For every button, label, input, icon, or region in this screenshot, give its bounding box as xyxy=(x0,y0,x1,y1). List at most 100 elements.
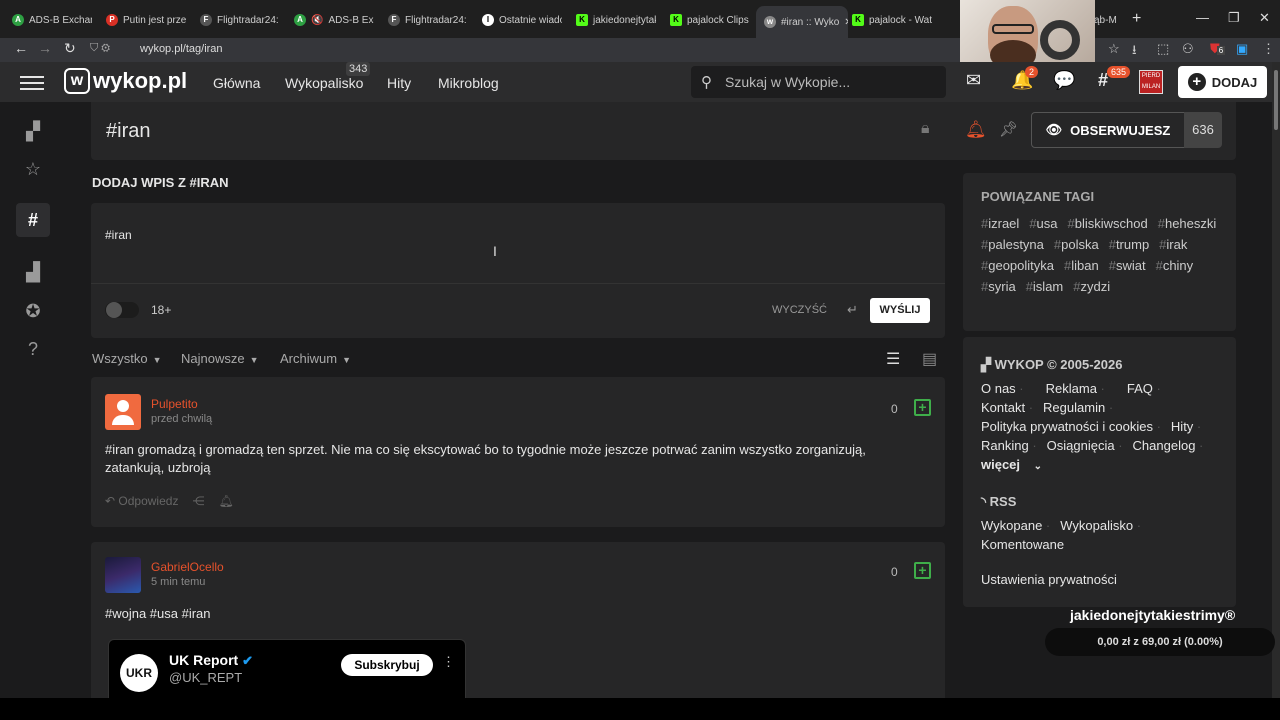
related-tag[interactable]: #liban xyxy=(1064,258,1099,273)
avatar[interactable] xyxy=(105,394,141,430)
bookmark-star-icon[interactable]: ☆ xyxy=(1108,41,1120,57)
footer-link[interactable]: O nas xyxy=(981,381,1024,396)
upvote-plus-icon[interactable]: + xyxy=(914,562,931,579)
scrollbar-thumb[interactable] xyxy=(1274,70,1278,130)
share-icon[interactable]: ⋲ xyxy=(192,494,204,508)
forward-icon[interactable]: → xyxy=(38,40,52,56)
footer-link[interactable]: Osiągnięcia xyxy=(1047,438,1123,453)
site-info-icon[interactable]: ⛉ ⚙ xyxy=(90,42,110,55)
tag-bell-icon[interactable]: 🔔︎ xyxy=(965,120,987,140)
minimize-icon[interactable]: — xyxy=(1196,10,1209,25)
post-author[interactable]: GabrielOcello xyxy=(151,560,224,574)
rss-link[interactable]: Komentowane xyxy=(981,537,1064,552)
browser-tab[interactable]: A 🔇 ADS-B Exc xyxy=(294,8,374,32)
related-tag[interactable]: #heheszki xyxy=(1158,216,1217,231)
related-tag[interactable]: #islam xyxy=(1026,279,1064,294)
list-view-icon[interactable]: ☰ xyxy=(886,349,900,369)
add-button[interactable]: + DODAJ xyxy=(1178,66,1267,98)
browser-tab[interactable]: P Putin jest przek xyxy=(106,8,186,32)
observe-thread-icon[interactable]: 🔔︎ xyxy=(218,494,233,508)
nav-glowna[interactable]: Główna xyxy=(213,75,260,91)
related-tag[interactable]: #swiat xyxy=(1109,258,1146,273)
menu-icon[interactable]: ⋮ xyxy=(1262,41,1275,57)
nav-hity[interactable]: Hity xyxy=(387,75,411,91)
sidebar-ranking-icon[interactable]: ▟ xyxy=(16,255,50,289)
window-close-icon[interactable]: ✕ xyxy=(1259,10,1270,26)
maximize-icon[interactable]: ❐ xyxy=(1228,10,1240,26)
related-tag[interactable]: #irak xyxy=(1159,237,1187,252)
avatar[interactable] xyxy=(105,557,141,593)
footer-link[interactable]: Reklama xyxy=(1046,381,1105,396)
related-tag[interactable]: #zydzi xyxy=(1073,279,1110,294)
media-view-icon[interactable]: ▤ xyxy=(922,349,937,369)
download-icon[interactable]: ⭳ xyxy=(1132,41,1137,63)
browser-tab[interactable]: AADS-B Exchang xyxy=(12,8,92,32)
browser-tab[interactable]: FFlightradar24: L xyxy=(388,8,468,32)
sidebar-star-icon[interactable]: ☆ xyxy=(16,152,50,186)
related-tag[interactable]: #bliskiwschod xyxy=(1068,216,1148,231)
site-logo[interactable]: w wykop.pl xyxy=(64,68,187,94)
adult-toggle[interactable] xyxy=(105,302,139,318)
sidebar-hash-icon[interactable]: # xyxy=(16,203,50,237)
pin-icon[interactable]: 📌︎ xyxy=(999,120,1018,138)
footer-link[interactable]: Kontakt xyxy=(981,400,1033,415)
browser-tab[interactable]: I Ostatnie wiado xyxy=(482,8,562,32)
mail-icon[interactable]: ✉ xyxy=(966,70,981,91)
privacy-settings-link[interactable]: Ustawienia prywatności xyxy=(981,572,1117,587)
footer-link[interactable]: FAQ xyxy=(1127,381,1161,396)
browser-tab[interactable]: Kpajalock - Watc xyxy=(852,8,932,32)
browser-tab[interactable]: Kjakiedonejtytak xyxy=(576,8,656,32)
browser-tab-active[interactable]: w#iran :: Wyko✕ xyxy=(756,6,848,38)
rss-link[interactable]: Wykopalisko xyxy=(1060,518,1141,533)
related-tag[interactable]: #palestyna xyxy=(981,237,1044,252)
nav-mikroblog[interactable]: Mikroblog xyxy=(438,75,499,91)
more-links-button[interactable]: więcej ⌄ xyxy=(981,457,1052,472)
send-button[interactable]: WYŚLIJ xyxy=(870,298,930,323)
related-tag[interactable]: #syria xyxy=(981,279,1016,294)
footer-link[interactable]: Regulamin xyxy=(1043,400,1113,415)
filter-all-dropdown[interactable]: Wszystko ▼ xyxy=(92,351,162,366)
related-tag[interactable]: #trump xyxy=(1109,237,1149,252)
sidebar-medal-icon[interactable]: ✪ xyxy=(16,294,50,328)
close-icon[interactable]: ✕ xyxy=(844,17,848,28)
footer-link[interactable]: Hity xyxy=(1171,419,1201,434)
related-tag[interactable]: #usa xyxy=(1029,216,1057,231)
extension-icon[interactable]: ▣ xyxy=(1236,41,1248,57)
footer-link[interactable]: Polityka prywatności i cookies xyxy=(981,419,1161,434)
reload-icon[interactable]: ↻ xyxy=(64,40,76,57)
filter-newest-dropdown[interactable]: Najnowsze ▼ xyxy=(181,351,259,366)
footer-link[interactable]: Changelog xyxy=(1133,438,1204,453)
filter-archive-dropdown[interactable]: Archiwum ▼ xyxy=(280,351,351,366)
twitter-embed[interactable]: UKR UK Report ✔ @UK_REPT Subskrybuj ⋮ xyxy=(108,639,466,698)
extension-icon[interactable]: ⚇ xyxy=(1182,41,1194,57)
post-author[interactable]: Pulpetito xyxy=(151,397,198,411)
scrollbar[interactable] xyxy=(1272,62,1280,698)
browser-tab[interactable]: ąb-M xyxy=(1094,8,1124,32)
nav-wykopalisko[interactable]: Wykopalisko xyxy=(285,75,363,91)
new-tab-icon[interactable]: + xyxy=(1132,10,1141,28)
composer-textarea[interactable]: #iran xyxy=(105,228,132,242)
ublock-icon[interactable]: ⛊6 xyxy=(1210,41,1226,57)
clear-button[interactable]: WYCZYŚĆ xyxy=(772,304,827,316)
related-tag[interactable]: #geopolityka xyxy=(981,258,1054,273)
related-tag[interactable]: #polska xyxy=(1054,237,1099,252)
sidebar-help-icon[interactable]: ? xyxy=(16,332,50,366)
lock-icon[interactable]: 🔒︎ xyxy=(921,120,930,138)
reply-button[interactable]: ↶ Odpowiedz xyxy=(105,494,178,508)
back-icon[interactable]: ← xyxy=(14,40,28,56)
subscribe-button[interactable]: Subskrybuj xyxy=(341,654,433,676)
rss-link[interactable]: Wykopane xyxy=(981,518,1050,533)
browser-tab[interactable]: FFlightradar24: L xyxy=(200,8,280,32)
extension-icon[interactable]: ⬚ xyxy=(1157,41,1169,57)
user-avatar[interactable]: PIERD MILAN xyxy=(1139,70,1163,94)
messages-icon[interactable]: 💬 xyxy=(1053,70,1075,91)
related-tag[interactable]: #izrael xyxy=(981,216,1019,231)
hamburger-menu-icon[interactable] xyxy=(20,72,44,92)
upvote-plus-icon[interactable]: + xyxy=(914,399,931,416)
more-options-icon[interactable]: ⋮ xyxy=(442,654,455,670)
url-field[interactable]: wykop.pl/tag/iran xyxy=(140,43,223,55)
sidebar-wykop-icon[interactable]: ▞ xyxy=(16,114,50,148)
search-input[interactable]: ⚲ Szukaj w Wykopie... xyxy=(691,66,946,98)
related-tag[interactable]: #chiny xyxy=(1156,258,1194,273)
observe-button[interactable]: 👁︎ OBSERWUJESZ xyxy=(1031,112,1185,148)
